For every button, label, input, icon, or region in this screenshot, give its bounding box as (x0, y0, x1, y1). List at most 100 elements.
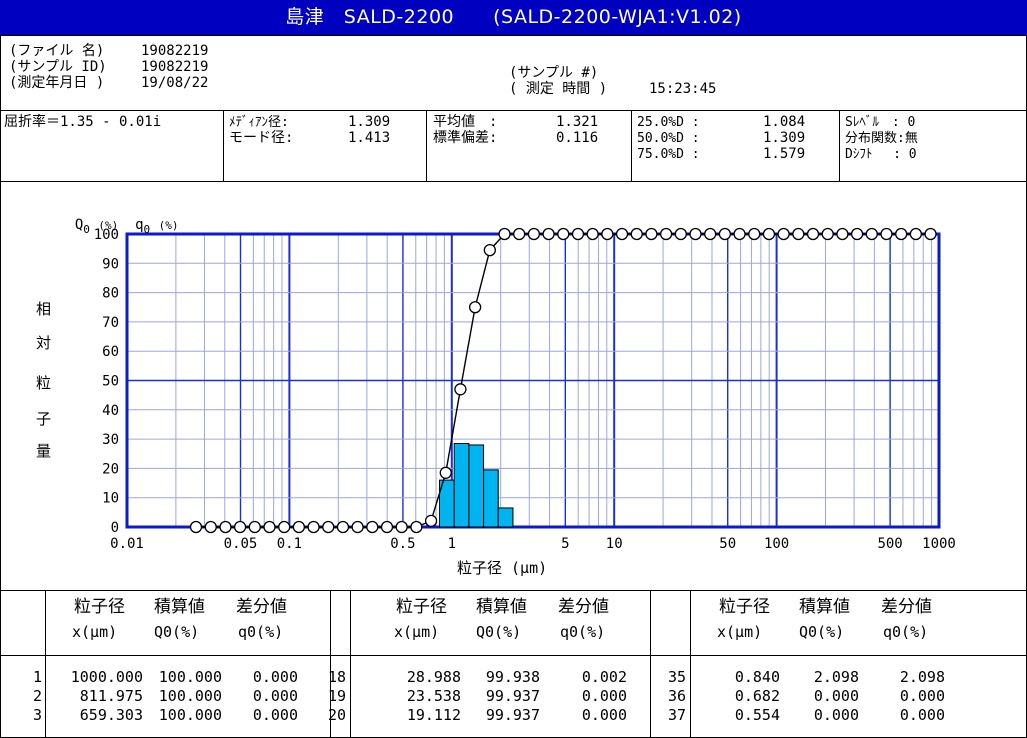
y-tick-label: 30 (102, 432, 119, 448)
cumulative-point (630, 227, 643, 241)
cumulative-point (410, 520, 423, 534)
column-unit-cumulative: Q0(%) (476, 623, 522, 641)
histogram-bar (497, 507, 514, 528)
cumulative-point (836, 227, 849, 241)
cumulative-point (439, 466, 452, 479)
column-unit-size: x(μm) (72, 623, 118, 641)
sample-id-value: 19082219 (141, 59, 209, 75)
y-tick-label: 0 (111, 520, 119, 536)
x-tick-label: 500 (877, 536, 902, 552)
cumulative-point (792, 227, 805, 241)
x-tick-label: 100 (764, 536, 789, 552)
column-unit-size: x(μm) (717, 623, 763, 641)
y-tick-label: 90 (102, 256, 119, 272)
column-header-cumulative: 積算値 (154, 597, 205, 617)
cumulative-point (424, 514, 438, 527)
mode-label: モード径: (229, 130, 294, 146)
file-name-value: 19082219 (141, 43, 209, 59)
x-tick-label: 1000 (922, 536, 956, 552)
cumulative-point (204, 520, 217, 534)
divider (426, 111, 427, 183)
sample-number-label: (サンプル #) (509, 65, 599, 81)
cumulative-point (674, 227, 687, 241)
divider (631, 111, 632, 183)
file-name-label: (ファイル 名) (9, 43, 105, 59)
cumulative-point (615, 227, 629, 241)
column-header-size: 粒子径 (719, 597, 770, 617)
column-header-size: 粒子径 (396, 597, 447, 617)
column-header-difference: 差分値 (881, 597, 932, 617)
cumulative-point (527, 227, 541, 241)
column-header-cumulative: 積算値 (476, 597, 527, 617)
cumulative-point (395, 520, 408, 534)
sample-info-panel: (ファイル 名) 19082219 (サンプル ID) 19082219 (測定… (0, 35, 1027, 111)
x-tick-label: 5 (561, 536, 569, 552)
column-unit-difference: q0(%) (883, 623, 929, 641)
cumulative-point (689, 227, 702, 241)
cumulative-point (748, 227, 761, 241)
cumulative-point (322, 520, 335, 534)
cumulative-point (292, 520, 306, 534)
cumulative-point (777, 227, 790, 241)
y-tick-label: 50 (102, 374, 119, 390)
d50-label: 50.0%D : (637, 131, 700, 146)
cumulative-point (571, 227, 585, 241)
cumulative-point (542, 227, 555, 241)
difference-value: 2.098 (899, 668, 945, 686)
cumulative-point (601, 227, 614, 241)
cumulative-point (336, 520, 350, 534)
cumulative-point (659, 227, 673, 241)
mean-value: 1.321 (556, 114, 599, 130)
cumulative-point (586, 227, 599, 241)
sample-id-label: (サンプル ID) (9, 59, 107, 75)
y-tick-label: 20 (102, 461, 119, 477)
cumulative-point (704, 227, 717, 241)
row-number: 20 (327, 706, 346, 724)
window-title: 島津 SALD-2200 (SALD-2200-WJA1:V1.02) (0, 0, 1027, 35)
histogram-bar (483, 469, 499, 528)
cumulative-point (219, 520, 232, 534)
divider (839, 111, 840, 183)
x-tick-label: 0.05 (224, 536, 258, 552)
date-label: (測定年月日 ) (9, 75, 105, 91)
column-unit-difference: q0(%) (560, 623, 606, 641)
cumulative-point (880, 227, 893, 241)
cumulative-point (454, 383, 467, 396)
cumulative-point (248, 520, 261, 534)
cumulative-point (733, 227, 746, 241)
cumulative-point (483, 243, 496, 257)
difference-value: 0.000 (899, 706, 945, 724)
cumulative-point (762, 227, 776, 241)
x-tick-label: 10 (606, 536, 623, 552)
column-unit-difference: q0(%) (238, 623, 284, 641)
column-unit-cumulative: Q0(%) (799, 623, 845, 641)
d50-value: 1.309 (763, 130, 806, 146)
cumulative-point (557, 227, 570, 241)
y-tick-label: 60 (102, 344, 119, 360)
cumulative-point (468, 301, 482, 314)
column-header-difference: 差分値 (558, 597, 609, 617)
d25-label: 25.0%D : (637, 115, 700, 130)
cumulative-point (850, 227, 864, 241)
histogram-bar (468, 444, 485, 528)
cumulative-point (307, 520, 320, 534)
cumulative-point (718, 227, 732, 241)
histogram-bar (453, 442, 470, 528)
cumulative-point (895, 227, 908, 241)
row-number: 19 (327, 687, 346, 705)
cumulative-point (865, 227, 878, 241)
distribution-function: 分布関数:無 (845, 131, 918, 146)
y-tick-label: 80 (102, 286, 119, 302)
cumulative-point (806, 227, 820, 241)
measure-time-label: ( 測定 時間 ) (509, 81, 608, 97)
x-tick-label: 1 (448, 536, 456, 552)
row-number: 18 (327, 668, 346, 686)
mode-value: 1.413 (348, 130, 391, 146)
cumulative-point (351, 520, 364, 534)
cumulative-point (263, 520, 276, 534)
std-dev-value: 0.116 (556, 130, 599, 146)
y-tick-label: 40 (102, 403, 119, 419)
cumulative-point (513, 227, 526, 241)
x-axis-label: 粒子径 (μm) (457, 559, 548, 577)
d75-label: 75.0%D : (637, 147, 700, 162)
